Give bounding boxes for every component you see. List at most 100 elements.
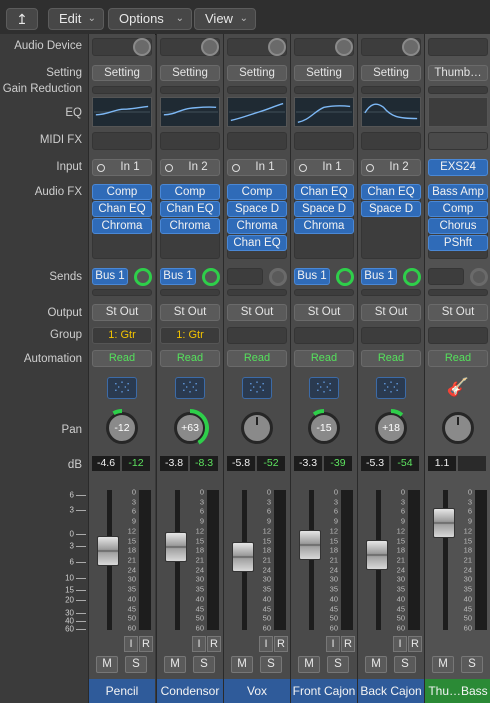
- audio-fx-plugin[interactable]: Comp: [227, 184, 287, 200]
- automation-mode-button[interactable]: Read: [92, 350, 152, 367]
- automation-mode-button[interactable]: Read: [160, 350, 220, 367]
- setting-button[interactable]: Setting: [294, 65, 354, 81]
- input-monitor-button[interactable]: I: [326, 636, 340, 652]
- midi-fx-slot[interactable]: [227, 132, 287, 150]
- group-button[interactable]: [361, 327, 421, 344]
- up-arrow-icon[interactable]: ↥: [6, 8, 38, 30]
- eq-thumbnail[interactable]: [294, 97, 354, 127]
- channel-name[interactable]: Pencil: [89, 679, 155, 703]
- send-slot-2[interactable]: [294, 289, 354, 296]
- solo-button[interactable]: S: [394, 656, 416, 673]
- audio-fx-plugin[interactable]: Chroma: [294, 218, 354, 234]
- waveform-icon[interactable]: ⁚⁛⁚: [242, 377, 272, 399]
- eq-thumbnail[interactable]: [160, 97, 220, 127]
- input-button[interactable]: In 1: [227, 159, 287, 176]
- send-bus-button[interactable]: Bus 1: [294, 268, 330, 285]
- bass-guitar-icon[interactable]: 🎸: [443, 377, 473, 399]
- input-monitor-button[interactable]: I: [192, 636, 206, 652]
- device-knob[interactable]: [133, 38, 151, 56]
- automation-mode-button[interactable]: Read: [227, 350, 287, 367]
- volume-fader[interactable]: [165, 532, 187, 562]
- send-bus-button[interactable]: Bus 1: [160, 268, 196, 285]
- setting-button[interactable]: Setting: [227, 65, 287, 81]
- audio-fx-plugin[interactable]: Comp: [92, 184, 152, 200]
- send-slot-2[interactable]: [160, 289, 220, 296]
- send-level-knob[interactable]: [470, 268, 488, 286]
- audio-fx-plugin[interactable]: PShft: [428, 235, 488, 251]
- waveform-icon[interactable]: ⁚⁛⁚: [309, 377, 339, 399]
- audio-fx-plugin[interactable]: Chroma: [227, 218, 287, 234]
- input-button[interactable]: In 2: [361, 159, 421, 176]
- audio-fx-plugin[interactable]: Chroma: [92, 218, 152, 234]
- audio-fx-plugin[interactable]: Chan EQ: [294, 184, 354, 200]
- send-bus-button[interactable]: Bus 1: [361, 268, 397, 285]
- volume-fader[interactable]: [232, 542, 254, 572]
- setting-button[interactable]: Setting: [361, 65, 421, 81]
- input-button[interactable]: In 2: [160, 159, 220, 176]
- automation-mode-button[interactable]: Read: [428, 350, 488, 367]
- audio-fx-plugin[interactable]: Comp: [428, 201, 488, 217]
- group-button[interactable]: 1: Gtr: [92, 327, 152, 344]
- group-button[interactable]: [294, 327, 354, 344]
- send-slot-2[interactable]: [428, 289, 488, 296]
- send-slot-2[interactable]: [92, 289, 152, 296]
- channel-name[interactable]: Condensor: [157, 679, 223, 703]
- eq-thumbnail[interactable]: [92, 97, 152, 127]
- waveform-icon[interactable]: ⁚⁛⁚: [376, 377, 406, 399]
- solo-button[interactable]: S: [461, 656, 483, 673]
- send-level-knob[interactable]: [403, 268, 421, 286]
- device-knob[interactable]: [268, 38, 286, 56]
- audio-fx-plugin[interactable]: Space D: [227, 201, 287, 217]
- pan-knob[interactable]: [241, 412, 273, 444]
- mute-button[interactable]: M: [365, 656, 387, 673]
- mute-button[interactable]: M: [432, 656, 454, 673]
- volume-fader[interactable]: [299, 530, 321, 560]
- input-instrument-button[interactable]: EXS24: [428, 159, 488, 176]
- group-button[interactable]: 1: Gtr: [160, 327, 220, 344]
- send-slot-2[interactable]: [361, 289, 421, 296]
- record-enable-button[interactable]: R: [274, 636, 288, 652]
- options-menu[interactable]: Options ⌄: [108, 8, 192, 30]
- device-knob[interactable]: [402, 38, 420, 56]
- eq-thumbnail[interactable]: [227, 97, 287, 127]
- edit-menu[interactable]: Edit ⌄: [48, 8, 104, 30]
- midi-fx-slot[interactable]: [160, 132, 220, 150]
- output-button[interactable]: St Out: [361, 304, 421, 321]
- send-bus-button[interactable]: Bus 1: [92, 268, 128, 285]
- record-enable-button[interactable]: R: [207, 636, 221, 652]
- audio-fx-plugin[interactable]: Chan EQ: [227, 235, 287, 251]
- waveform-icon[interactable]: ⁚⁛⁚: [175, 377, 205, 399]
- eq-thumbnail[interactable]: [361, 97, 421, 127]
- record-enable-button[interactable]: R: [341, 636, 355, 652]
- solo-button[interactable]: S: [327, 656, 349, 673]
- pan-knob[interactable]: -15: [308, 409, 340, 444]
- input-monitor-button[interactable]: I: [259, 636, 273, 652]
- output-button[interactable]: St Out: [294, 304, 354, 321]
- audio-fx-plugin[interactable]: Comp: [160, 184, 220, 200]
- group-button[interactable]: [428, 327, 488, 344]
- pan-knob[interactable]: -12: [106, 409, 138, 444]
- send-level-knob[interactable]: [269, 268, 287, 286]
- audio-fx-plugin[interactable]: Chan EQ: [160, 201, 220, 217]
- channel-name[interactable]: Back Cajon: [358, 679, 424, 703]
- audio-fx-plugin[interactable]: Bass Amp: [428, 184, 488, 200]
- channel-name[interactable]: Front Cajon: [291, 679, 357, 703]
- output-button[interactable]: St Out: [92, 304, 152, 321]
- waveform-icon[interactable]: ⁚⁛⁚: [107, 377, 137, 399]
- midi-fx-slot[interactable]: [361, 132, 421, 150]
- automation-mode-button[interactable]: Read: [361, 350, 421, 367]
- input-monitor-button[interactable]: I: [124, 636, 138, 652]
- channel-name[interactable]: Vox: [224, 679, 290, 703]
- send-empty-slot[interactable]: [227, 268, 263, 285]
- mute-button[interactable]: M: [96, 656, 118, 673]
- solo-button[interactable]: S: [125, 656, 147, 673]
- setting-button[interactable]: Setting: [160, 65, 220, 81]
- audio-fx-plugin[interactable]: Chan EQ: [92, 201, 152, 217]
- audio-device-slot[interactable]: [428, 38, 488, 56]
- midi-fx-slot[interactable]: [428, 132, 488, 150]
- mute-button[interactable]: M: [231, 656, 253, 673]
- output-button[interactable]: St Out: [160, 304, 220, 321]
- setting-button[interactable]: Thumb…: [428, 65, 488, 81]
- automation-mode-button[interactable]: Read: [294, 350, 354, 367]
- channel-name[interactable]: Thu…Bass: [425, 679, 490, 703]
